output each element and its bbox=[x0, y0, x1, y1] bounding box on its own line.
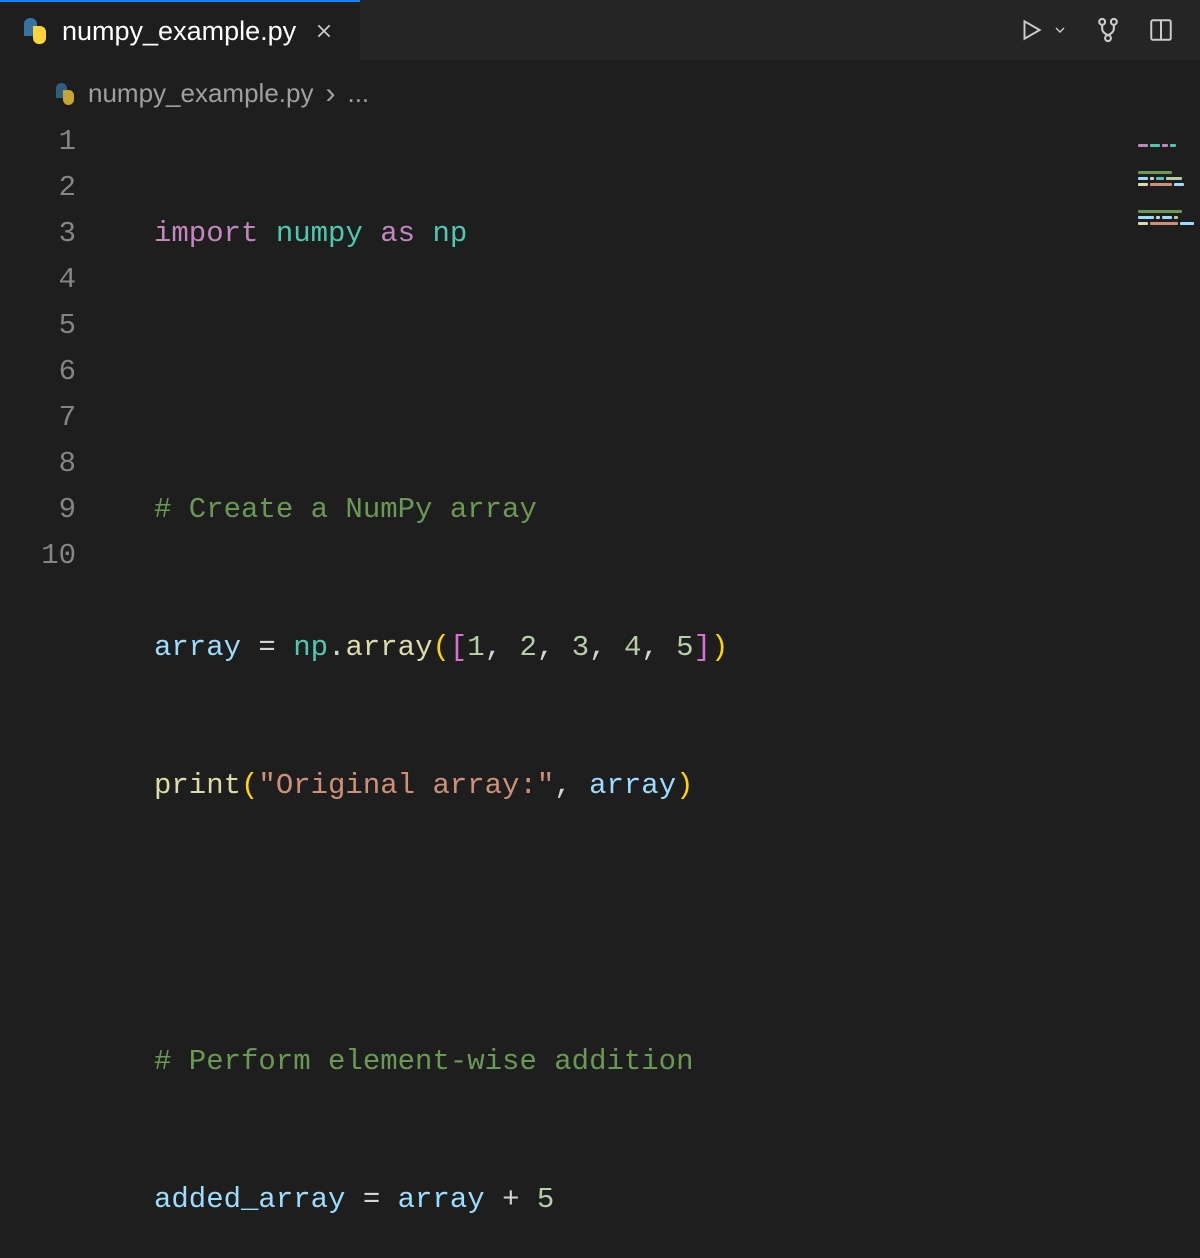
split-editor-button[interactable] bbox=[1148, 17, 1174, 43]
minimap[interactable] bbox=[1132, 140, 1200, 200]
line-number: 10 bbox=[0, 533, 76, 579]
line-number: 3 bbox=[0, 211, 76, 257]
source-control-icon[interactable] bbox=[1094, 16, 1122, 44]
run-button[interactable] bbox=[1018, 17, 1044, 43]
python-file-icon bbox=[54, 83, 76, 105]
code-content[interactable]: import numpy as np # Create a NumPy arra… bbox=[110, 119, 1200, 1258]
code-line: import numpy as np bbox=[110, 211, 1200, 257]
code-line bbox=[110, 901, 1200, 947]
line-number-gutter: 1 2 3 4 5 6 7 8 9 10 bbox=[0, 119, 110, 1258]
line-number: 8 bbox=[0, 441, 76, 487]
line-number: 2 bbox=[0, 165, 76, 211]
chevron-right-icon: › bbox=[325, 79, 335, 109]
code-line: # Create a NumPy array bbox=[110, 487, 1200, 533]
breadcrumb-filename: numpy_example.py bbox=[88, 78, 313, 109]
line-number: 4 bbox=[0, 257, 76, 303]
python-file-icon bbox=[22, 18, 48, 44]
breadcrumb-more: ... bbox=[347, 78, 369, 109]
editor-actions bbox=[1018, 0, 1200, 60]
tab-bar: numpy_example.py bbox=[0, 0, 1200, 60]
run-dropdown-button[interactable] bbox=[1052, 22, 1068, 38]
code-line: print("Original array:", array) bbox=[110, 763, 1200, 809]
code-line: added_array = array + 5 bbox=[110, 1177, 1200, 1223]
line-number: 9 bbox=[0, 487, 76, 533]
line-number: 1 bbox=[0, 119, 76, 165]
code-line: # Perform element-wise addition bbox=[110, 1039, 1200, 1085]
breadcrumb[interactable]: numpy_example.py › ... bbox=[0, 60, 1200, 115]
code-editor[interactable]: 1 2 3 4 5 6 7 8 9 10 import numpy as np … bbox=[0, 115, 1200, 1258]
line-number: 5 bbox=[0, 303, 76, 349]
line-number: 6 bbox=[0, 349, 76, 395]
code-line bbox=[110, 349, 1200, 395]
tab-filename: numpy_example.py bbox=[62, 16, 296, 47]
code-line: array = np.array([1, 2, 3, 4, 5]) bbox=[110, 625, 1200, 671]
close-tab-button[interactable] bbox=[310, 17, 338, 45]
line-number: 7 bbox=[0, 395, 76, 441]
tab-numpy-example[interactable]: numpy_example.py bbox=[0, 0, 360, 60]
